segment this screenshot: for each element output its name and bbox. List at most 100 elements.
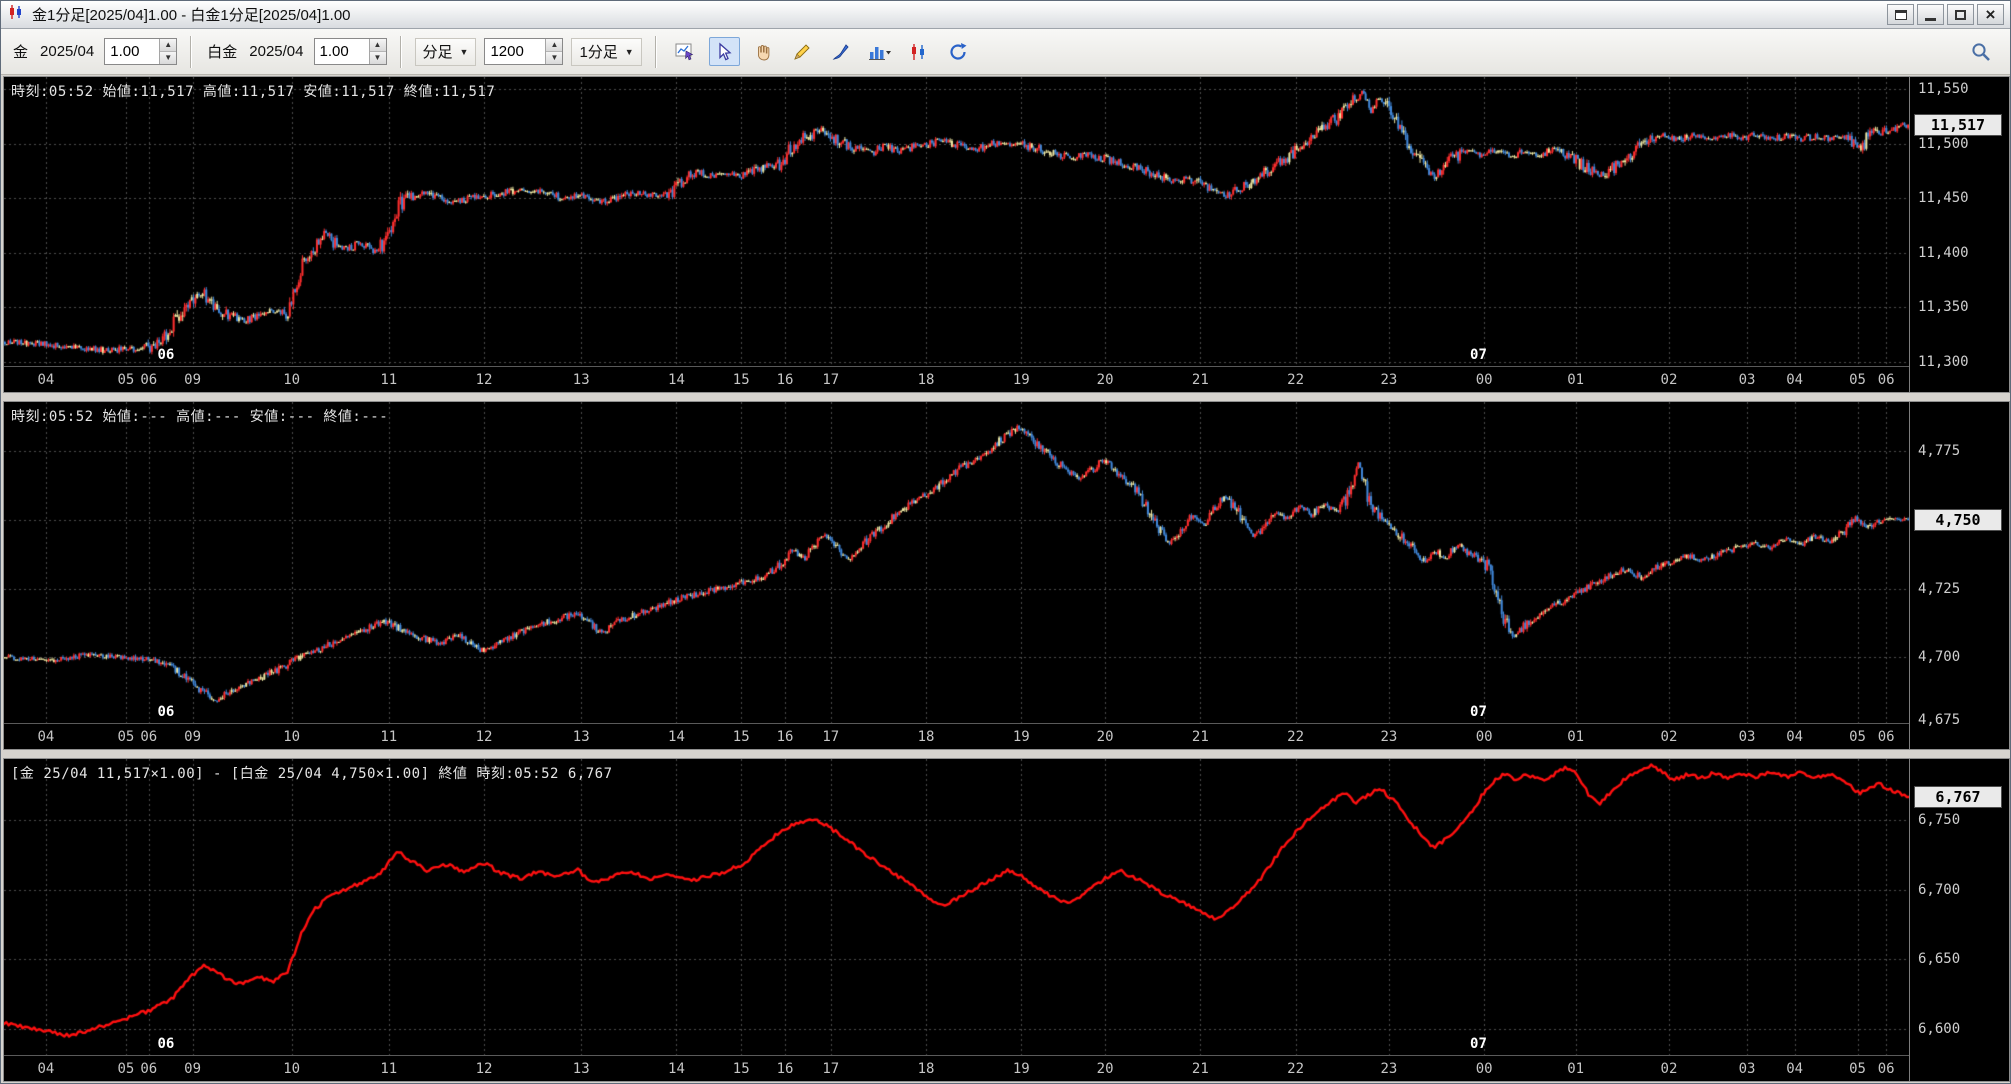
gold-multiplier-input[interactable] xyxy=(105,39,160,64)
x-axis-hour-label: 17 xyxy=(822,372,840,388)
gold-multiplier-steppers[interactable]: ▲ ▼ xyxy=(159,39,177,64)
x-axis-hour-label: 09 xyxy=(184,372,202,388)
x-axis-hour-label: 15 xyxy=(732,372,750,388)
y-axis-label: 11,300 xyxy=(1918,353,1969,370)
indicator-bars-button[interactable] xyxy=(865,37,896,66)
x-axis-hour-label: 09 xyxy=(184,1061,202,1077)
x-axis-hour-label: 16 xyxy=(776,1061,794,1077)
pan-hand-button[interactable] xyxy=(748,37,779,66)
x-axis-hour-label: 06 xyxy=(1877,1061,1895,1077)
spinner-up-icon[interactable]: ▲ xyxy=(546,39,563,52)
bar-count-spinbox[interactable]: ▲▼ xyxy=(484,38,564,65)
x-axis-hour-label: 19 xyxy=(1012,729,1030,745)
gold-multiplier-spinbox[interactable]: ▲▼ xyxy=(104,38,178,65)
window-title: 金1分足[2025/04]1.00 - 白金1分足[2025/04]1.00 xyxy=(32,7,351,24)
x-axis-hour-label: 05 xyxy=(1849,1061,1866,1077)
x-axis-hour-label: 10 xyxy=(283,372,301,388)
draw-brush-icon xyxy=(832,43,849,60)
toolbar-separator xyxy=(399,35,402,68)
draw-pencil-button[interactable] xyxy=(787,37,818,66)
x-axis-hour-label: 06 xyxy=(140,729,158,745)
platinum-multiplier-input[interactable] xyxy=(314,39,369,64)
refresh-button[interactable] xyxy=(943,37,974,66)
y-axis-label: 11,450 xyxy=(1918,190,1969,207)
pointer-select-icon xyxy=(719,42,732,60)
spread-price-axis[interactable]: 6,750 6,700 6,650 6,600 6,767 xyxy=(1909,759,2009,1081)
candle-style-icon xyxy=(912,43,925,60)
x-axis-hour-label: 04 xyxy=(37,372,55,388)
x-axis-hour-label: 06 xyxy=(140,1061,158,1077)
gold-time-axis[interactable]: 04 05 06 09 10 11 12 13 14 15 16 17 18 19 20 21 22 23 00 01… xyxy=(4,366,1909,392)
spread-time-axis[interactable]: 04 05 06 09 10 11 12 13 14 15 16 17 18 19 20 21 22 23 00 01… xyxy=(4,1055,1909,1081)
x-axis-hour-label: 18 xyxy=(917,1061,935,1077)
close-button[interactable]: × xyxy=(1977,4,2004,25)
x-axis-hour-label: 16 xyxy=(776,372,794,388)
x-axis-hour-label: 20 xyxy=(1096,372,1114,388)
platinum-multiplier-spinbox[interactable]: ▲▼ xyxy=(313,38,387,65)
last-price-badge: 4,750 xyxy=(1914,508,2002,531)
spread-plot-area[interactable]: [金 25/04 11,517×1.00] - [白金 25/04 4,750×… xyxy=(4,759,1909,1055)
platinum-chart-panel: 時刻:05:52 始値:--- 高値:--- 安値:--- 終値:--- 06 0… xyxy=(3,401,2010,750)
x-axis-hour-label: 03 xyxy=(1738,729,1756,745)
candle-style-button[interactable] xyxy=(904,37,935,66)
pointer-select-button[interactable] xyxy=(708,37,740,66)
last-price-badge: 11,517 xyxy=(1914,113,2002,136)
timeframe-dropdown[interactable]: 1分足 ▼ xyxy=(571,37,642,66)
draw-pencil-icon xyxy=(794,43,810,60)
x-axis-hour-label: 01 xyxy=(1567,372,1585,388)
gold-contract-month[interactable]: 2025/04 xyxy=(38,43,96,60)
pan-hand-icon xyxy=(758,44,770,60)
x-axis-hour-label: 12 xyxy=(475,372,493,388)
x-axis-hour-label: 02 xyxy=(1660,372,1678,388)
spinner-down-icon[interactable]: ▼ xyxy=(546,52,563,64)
spread-chart-canvas[interactable] xyxy=(4,759,1909,1055)
chart-cursor-button[interactable] xyxy=(670,37,701,66)
spinner-down-icon[interactable]: ▼ xyxy=(160,52,177,64)
float-window-button[interactable] xyxy=(1887,4,1914,25)
gold-price-axis[interactable]: 11,550 11,500 11,450 11,400 11,350 11,300 11,5… xyxy=(1909,77,2009,392)
x-axis-hour-label: 17 xyxy=(822,1061,840,1077)
spinner-up-icon[interactable]: ▲ xyxy=(369,39,386,52)
minimize-button[interactable] xyxy=(1917,4,1944,25)
gold-chart-panel: 時刻:05:52 始値:11,517 高値:11,517 安値:11,517 終… xyxy=(3,76,2010,393)
x-axis-hour-label: 15 xyxy=(732,1061,750,1077)
interval-type-dropdown[interactable]: 分足 ▼ xyxy=(414,37,477,66)
chevron-down-icon: ▼ xyxy=(624,46,634,57)
x-axis-hour-label: 13 xyxy=(572,372,590,388)
platinum-chart-canvas[interactable] xyxy=(4,402,1909,723)
date-marker: 07 xyxy=(1470,347,1487,363)
x-axis-hour-label: 00 xyxy=(1475,1061,1493,1077)
platinum-price-axis[interactable]: 4,775 4,725 4,700 4,675 4,750 xyxy=(1909,402,2009,749)
platinum-plot-area[interactable]: 時刻:05:52 始値:--- 高値:--- 安値:--- 終値:--- 06 0… xyxy=(4,402,1909,723)
x-axis-hour-label: 04 xyxy=(1786,729,1804,745)
x-axis-hour-label: 14 xyxy=(668,729,685,745)
draw-brush-button[interactable] xyxy=(826,37,857,66)
y-axis-label: 6,700 xyxy=(1918,881,1961,898)
x-axis-hour-label: 23 xyxy=(1380,372,1398,388)
x-axis-hour-label: 11 xyxy=(380,729,398,745)
x-axis-hour-label: 04 xyxy=(37,1061,55,1077)
platinum-multiplier-steppers[interactable]: ▲ ▼ xyxy=(368,39,386,64)
x-axis-hour-label: 05 xyxy=(117,729,135,745)
bar-count-steppers[interactable]: ▲ ▼ xyxy=(545,39,563,64)
gold-chart-canvas[interactable] xyxy=(4,77,1909,366)
x-axis-hour-label: 19 xyxy=(1012,1061,1030,1077)
x-axis-hour-label: 23 xyxy=(1380,1061,1398,1077)
y-axis-label: 4,725 xyxy=(1918,580,1961,597)
x-axis-hour-label: 11 xyxy=(380,1061,398,1077)
spinner-up-icon[interactable]: ▲ xyxy=(160,39,177,52)
chart-cursor-icon xyxy=(675,43,694,60)
y-axis-label: 11,550 xyxy=(1918,80,1969,97)
platinum-time-axis[interactable]: 04 05 06 09 10 11 12 13 14 15 16 17 18 19 20 21 22 23 00 01… xyxy=(4,723,1909,749)
interval-type-label: 分足 xyxy=(422,44,453,61)
maximize-button[interactable] xyxy=(1947,4,1974,25)
x-axis-hour-label: 22 xyxy=(1287,1061,1305,1077)
gold-plot-area[interactable]: 時刻:05:52 始値:11,517 高値:11,517 安値:11,517 終… xyxy=(4,77,1909,366)
spinner-down-icon[interactable]: ▼ xyxy=(369,52,386,64)
platinum-contract-month[interactable]: 2025/04 xyxy=(247,43,305,60)
indicator-bars-icon xyxy=(869,46,892,60)
zoom-button[interactable] xyxy=(1965,37,1996,66)
bar-count-input[interactable] xyxy=(485,39,546,64)
x-axis-hour-label: 14 xyxy=(668,1061,685,1077)
x-axis-hour-label: 04 xyxy=(1786,1061,1804,1077)
